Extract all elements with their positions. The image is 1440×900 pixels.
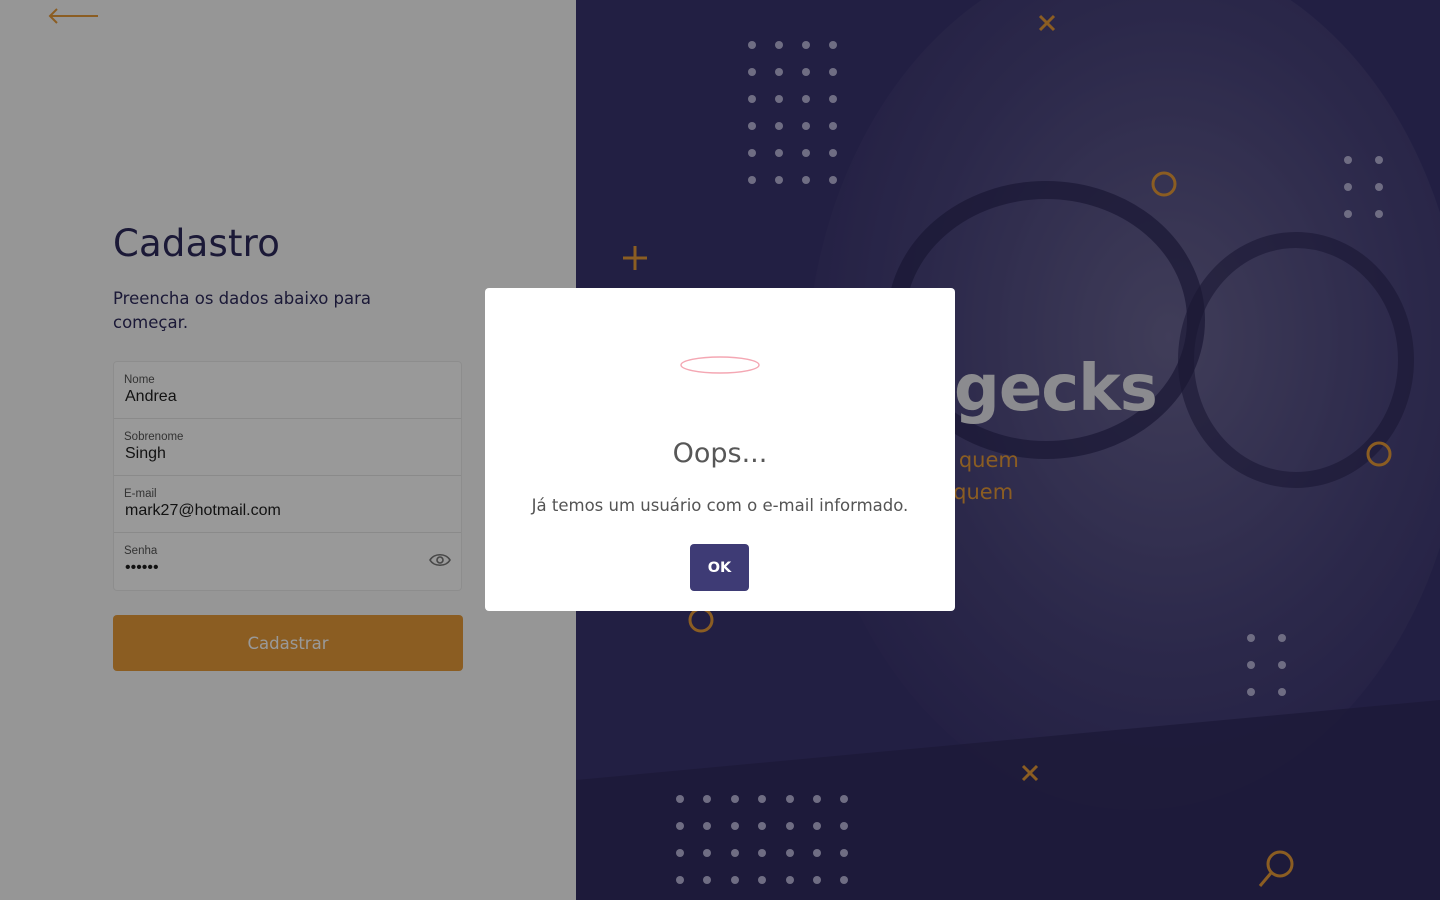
dialog-title: Oops...	[672, 438, 768, 469]
error-dialog: Oops... Já temos um usuário com o e-mail…	[485, 288, 955, 611]
error-icon	[680, 356, 760, 374]
dialog-message: Já temos um usuário com o e-mail informa…	[531, 496, 909, 515]
ok-button[interactable]: OK	[690, 544, 749, 591]
